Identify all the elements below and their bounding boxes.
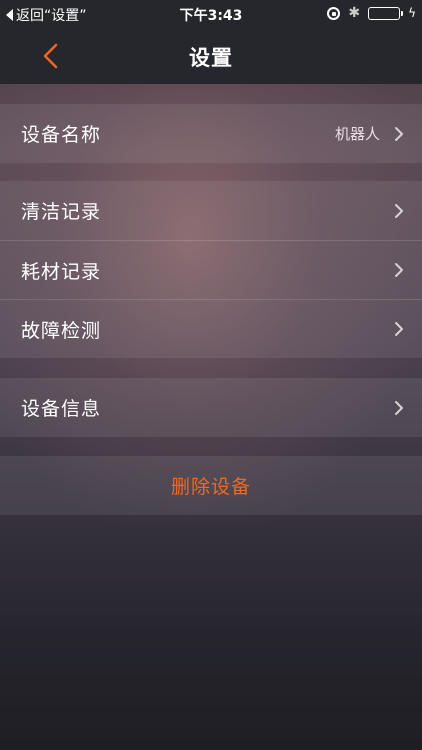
chevron-right-icon [395,400,403,415]
settings-group-info: 设备信息 [0,378,422,437]
status-bar: 返回“设置” 下午3:43 ✱ ϟ [0,0,422,28]
nav-bar: 设置 [0,28,422,84]
settings-group-records: 清洁记录 耗材记录 故障检测 [0,181,422,358]
row-device-name[interactable]: 设备名称 机器人 [0,104,422,163]
row-value: 机器人 [334,125,380,143]
row-label: 故障检测 [21,319,102,342]
charging-icon: ϟ [408,6,416,20]
rotation-lock-icon [327,6,341,20]
row-consumables-records[interactable]: 耗材记录 [0,240,422,299]
settings-group-name: 设备名称 机器人 [0,104,422,163]
page-title: 设置 [189,46,233,70]
row-fault-detection[interactable]: 故障检测 [0,299,422,358]
bluetooth-icon: ✱ [348,5,361,21]
chevron-right-icon [395,203,403,218]
row-label: 清洁记录 [21,201,102,223]
delete-device-button[interactable]: 删除设备 [0,456,422,515]
chevron-right-icon [395,322,403,336]
chevron-right-icon [395,263,403,277]
status-indicators: ✱ ϟ [327,5,416,21]
row-device-info[interactable]: 设备信息 [0,378,422,437]
chevron-right-icon [395,126,403,141]
row-label: 设备名称 [21,124,102,146]
row-label: 设备信息 [21,398,102,420]
row-cleaning-records[interactable]: 清洁记录 [0,181,422,240]
battery-icon [368,6,404,20]
row-label: 耗材记录 [21,260,102,283]
